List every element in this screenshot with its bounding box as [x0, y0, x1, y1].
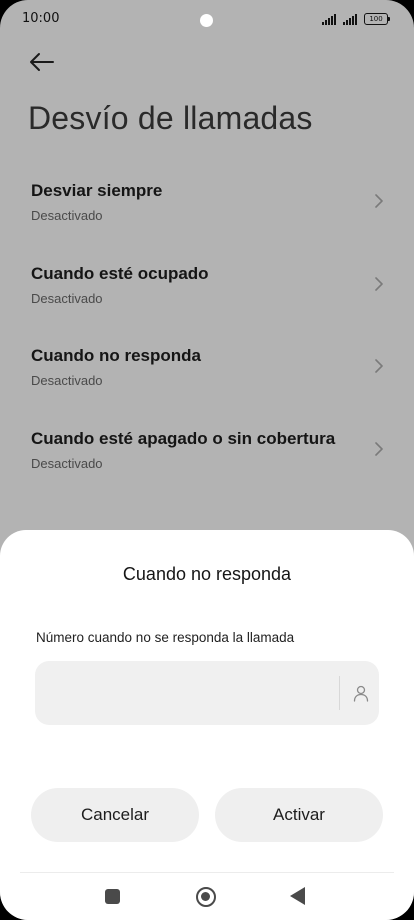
item-status: Desactivado: [31, 373, 103, 388]
settings-item-unreachable[interactable]: Cuando esté apagado o sin cobertura Desa…: [0, 413, 414, 496]
item-status: Desactivado: [31, 455, 103, 471]
item-title: Cuando esté ocupado: [31, 263, 209, 283]
camera-cutout: [200, 14, 213, 27]
number-field-label: Número cuando no se responda la llamada: [36, 630, 295, 645]
signal-2-icon: [343, 14, 357, 25]
item-title: Cuando no responda: [31, 346, 201, 365]
arrow-left-icon[interactable]: [28, 50, 56, 74]
item-title: Cuando esté apagado o sin cobertura: [31, 428, 336, 448]
cancel-button[interactable]: Cancelar: [31, 788, 199, 842]
item-status: Desactivado: [31, 208, 103, 223]
battery-icon: 100: [364, 13, 390, 25]
chevron-right-icon: [375, 359, 383, 373]
status-bar: 10:00 100: [0, 0, 414, 40]
chevron-right-icon: [375, 276, 383, 291]
phone-screen: 10:00 100 Desvío de llamadas Desviar sie…: [0, 0, 414, 920]
recents-icon[interactable]: [105, 889, 120, 904]
bottom-sheet-dialog: Cuando no responda Número cuando no se r…: [0, 530, 414, 920]
back-triangle-icon[interactable]: [290, 887, 305, 905]
settings-list: Desviar siempre Desactivado Cuando esté …: [0, 165, 414, 495]
home-icon[interactable]: [196, 887, 216, 907]
item-title: Desviar siempre: [31, 181, 163, 200]
navigation-bar: [20, 872, 394, 920]
input-divider: [339, 676, 340, 710]
status-time: 10:00: [22, 11, 60, 26]
settings-item-no-answer[interactable]: Cuando no responda Desactivado: [0, 330, 414, 413]
page-title: Desvío de llamadas: [28, 100, 313, 136]
signal-1-icon: [322, 14, 336, 25]
item-status: Desactivado: [31, 290, 103, 306]
number-input-container: [35, 661, 379, 725]
settings-item-always[interactable]: Desviar siempre Desactivado: [0, 165, 414, 248]
chevron-right-icon: [375, 441, 383, 456]
activate-button[interactable]: Activar: [215, 788, 383, 842]
settings-item-busy[interactable]: Cuando esté ocupado Desactivado: [0, 248, 414, 331]
chevron-right-icon: [375, 194, 383, 208]
contact-person-icon[interactable]: [352, 684, 370, 702]
forward-number-input[interactable]: [35, 661, 335, 725]
dialog-title: Cuando no responda: [122, 564, 292, 584]
